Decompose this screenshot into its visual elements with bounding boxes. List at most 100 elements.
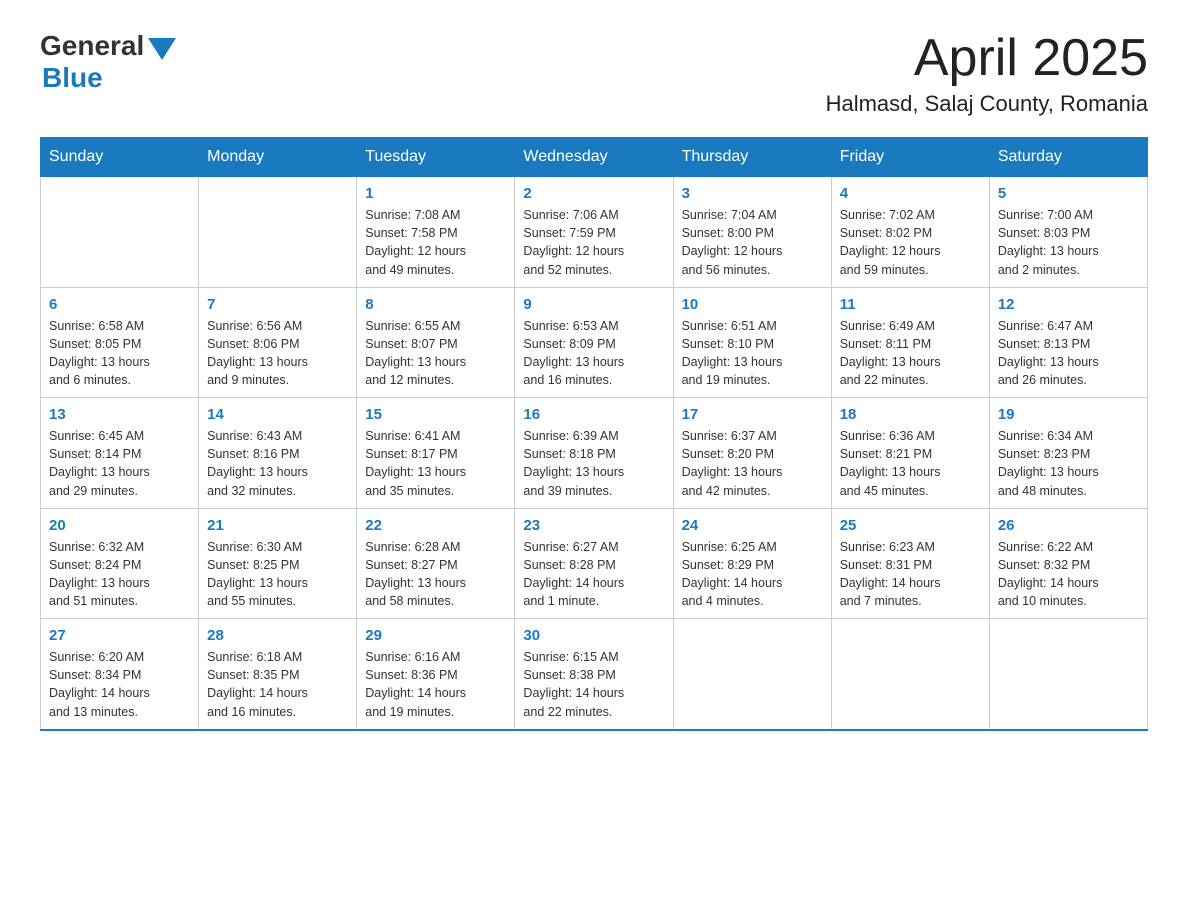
- logo: General Blue: [40, 30, 176, 94]
- day-info: Sunrise: 6:36 AM Sunset: 8:21 PM Dayligh…: [840, 427, 981, 500]
- header-friday: Friday: [831, 138, 989, 177]
- day-number: 13: [49, 406, 190, 423]
- day-info: Sunrise: 6:45 AM Sunset: 8:14 PM Dayligh…: [49, 427, 190, 500]
- day-number: 24: [682, 517, 823, 534]
- calendar-cell: 6Sunrise: 6:58 AM Sunset: 8:05 PM Daylig…: [41, 287, 199, 398]
- day-number: 15: [365, 406, 506, 423]
- calendar-cell: 22 Sunrise: 6:28 AM Sunset: 8:27 PM Dayli…: [357, 508, 515, 619]
- header-thursday: Thursday: [673, 138, 831, 177]
- calendar-cell: 21 Sunrise: 6:30 AM Sunset: 8:25 PM Dayli…: [199, 508, 357, 619]
- day-number: 19: [998, 406, 1139, 423]
- calendar-cell: 14Sunrise: 6:43 AM Sunset: 8:16 PM Dayli…: [199, 398, 357, 509]
- day-number: 5: [998, 185, 1139, 202]
- day-number: 18: [840, 406, 981, 423]
- logo-blue-text: Blue: [42, 62, 103, 94]
- day-info: Sunrise: 6:15 AM Sunset: 8:38 PM Dayligh…: [523, 648, 664, 721]
- calendar-cell: 19 Sunrise: 6:34 AM Sunset: 8:23 PM Dayli…: [989, 398, 1147, 509]
- calendar-cell: 4 Sunrise: 7:02 AM Sunset: 8:02 PM Daylig…: [831, 177, 989, 288]
- calendar-cell: 3 Sunrise: 7:04 AM Sunset: 8:00 PM Daylig…: [673, 177, 831, 288]
- calendar-cell: [673, 619, 831, 730]
- day-info: Sunrise: 7:02 AM Sunset: 8:02 PM Dayligh…: [840, 206, 981, 279]
- day-info: Sunrise: 6:53 AM Sunset: 8:09 PM Dayligh…: [523, 317, 664, 390]
- calendar-cell: 1Sunrise: 7:08 AM Sunset: 7:58 PM Daylig…: [357, 177, 515, 288]
- day-info: Sunrise: 6:27 AM Sunset: 8:28 PM Dayligh…: [523, 538, 664, 611]
- day-info: Sunrise: 7:06 AM Sunset: 7:59 PM Dayligh…: [523, 206, 664, 279]
- calendar-cell: [831, 619, 989, 730]
- calendar-cell: 20 Sunrise: 6:32 AM Sunset: 8:24 PM Dayli…: [41, 508, 199, 619]
- day-number: 2: [523, 185, 664, 202]
- day-info: Sunrise: 6:20 AM Sunset: 8:34 PM Dayligh…: [49, 648, 190, 721]
- day-number: 7: [207, 296, 348, 313]
- title-section: April 2025 Halmasd, Salaj County, Romani…: [826, 30, 1148, 117]
- calendar-cell: 29 Sunrise: 6:16 AM Sunset: 8:36 PM Dayli…: [357, 619, 515, 730]
- header-wednesday: Wednesday: [515, 138, 673, 177]
- calendar-table: SundayMondayTuesdayWednesdayThursdayFrid…: [40, 137, 1148, 731]
- day-info: Sunrise: 6:47 AM Sunset: 8:13 PM Dayligh…: [998, 317, 1139, 390]
- calendar-cell: [41, 177, 199, 288]
- day-info: Sunrise: 6:30 AM Sunset: 8:25 PM Dayligh…: [207, 538, 348, 611]
- calendar-cell: 25 Sunrise: 6:23 AM Sunset: 8:31 PM Dayli…: [831, 508, 989, 619]
- calendar-cell: [989, 619, 1147, 730]
- day-number: 27: [49, 627, 190, 644]
- day-number: 23: [523, 517, 664, 534]
- calendar-cell: 8 Sunrise: 6:55 AM Sunset: 8:07 PM Daylig…: [357, 287, 515, 398]
- day-number: 28: [207, 627, 348, 644]
- day-number: 14: [207, 406, 348, 423]
- day-number: 1: [365, 185, 506, 202]
- day-info: Sunrise: 6:39 AM Sunset: 8:18 PM Dayligh…: [523, 427, 664, 500]
- day-number: 22: [365, 517, 506, 534]
- calendar-subtitle: Halmasd, Salaj County, Romania: [826, 91, 1148, 117]
- calendar-cell: 27 Sunrise: 6:20 AM Sunset: 8:34 PM Dayli…: [41, 619, 199, 730]
- day-info: Sunrise: 6:58 AM Sunset: 8:05 PM Dayligh…: [49, 317, 190, 390]
- calendar-header: SundayMondayTuesdayWednesdayThursdayFrid…: [41, 138, 1148, 177]
- header-row: SundayMondayTuesdayWednesdayThursdayFrid…: [41, 138, 1148, 177]
- calendar-cell: 23 Sunrise: 6:27 AM Sunset: 8:28 PM Dayli…: [515, 508, 673, 619]
- calendar-cell: 10 Sunrise: 6:51 AM Sunset: 8:10 PM Dayli…: [673, 287, 831, 398]
- calendar-cell: 13 Sunrise: 6:45 AM Sunset: 8:14 PM Dayli…: [41, 398, 199, 509]
- calendar-title: April 2025: [826, 30, 1148, 87]
- calendar-cell: [199, 177, 357, 288]
- day-info: Sunrise: 7:04 AM Sunset: 8:00 PM Dayligh…: [682, 206, 823, 279]
- calendar-week-1: 1Sunrise: 7:08 AM Sunset: 7:58 PM Daylig…: [41, 177, 1148, 288]
- calendar-week-2: 6Sunrise: 6:58 AM Sunset: 8:05 PM Daylig…: [41, 287, 1148, 398]
- day-info: Sunrise: 6:41 AM Sunset: 8:17 PM Dayligh…: [365, 427, 506, 500]
- calendar-cell: 15 Sunrise: 6:41 AM Sunset: 8:17 PM Dayli…: [357, 398, 515, 509]
- day-info: Sunrise: 6:28 AM Sunset: 8:27 PM Dayligh…: [365, 538, 506, 611]
- day-info: Sunrise: 6:55 AM Sunset: 8:07 PM Dayligh…: [365, 317, 506, 390]
- calendar-cell: 24 Sunrise: 6:25 AM Sunset: 8:29 PM Dayli…: [673, 508, 831, 619]
- day-number: 20: [49, 517, 190, 534]
- day-number: 4: [840, 185, 981, 202]
- day-info: Sunrise: 6:16 AM Sunset: 8:36 PM Dayligh…: [365, 648, 506, 721]
- calendar-week-5: 27 Sunrise: 6:20 AM Sunset: 8:34 PM Dayli…: [41, 619, 1148, 730]
- day-number: 17: [682, 406, 823, 423]
- day-number: 10: [682, 296, 823, 313]
- calendar-cell: 28Sunrise: 6:18 AM Sunset: 8:35 PM Dayli…: [199, 619, 357, 730]
- calendar-week-3: 13 Sunrise: 6:45 AM Sunset: 8:14 PM Dayli…: [41, 398, 1148, 509]
- header-monday: Monday: [199, 138, 357, 177]
- day-info: Sunrise: 6:25 AM Sunset: 8:29 PM Dayligh…: [682, 538, 823, 611]
- day-info: Sunrise: 6:32 AM Sunset: 8:24 PM Dayligh…: [49, 538, 190, 611]
- day-number: 12: [998, 296, 1139, 313]
- calendar-cell: 18 Sunrise: 6:36 AM Sunset: 8:21 PM Dayli…: [831, 398, 989, 509]
- day-number: 21: [207, 517, 348, 534]
- day-number: 29: [365, 627, 506, 644]
- day-number: 9: [523, 296, 664, 313]
- day-info: Sunrise: 7:00 AM Sunset: 8:03 PM Dayligh…: [998, 206, 1139, 279]
- calendar-cell: 5 Sunrise: 7:00 AM Sunset: 8:03 PM Daylig…: [989, 177, 1147, 288]
- header-saturday: Saturday: [989, 138, 1147, 177]
- day-info: Sunrise: 6:51 AM Sunset: 8:10 PM Dayligh…: [682, 317, 823, 390]
- calendar-cell: 26Sunrise: 6:22 AM Sunset: 8:32 PM Dayli…: [989, 508, 1147, 619]
- day-number: 3: [682, 185, 823, 202]
- calendar-cell: 9 Sunrise: 6:53 AM Sunset: 8:09 PM Daylig…: [515, 287, 673, 398]
- page-header: General Blue April 2025 Halmasd, Salaj C…: [40, 30, 1148, 117]
- calendar-cell: 2 Sunrise: 7:06 AM Sunset: 7:59 PM Daylig…: [515, 177, 673, 288]
- logo-general-text: General: [40, 30, 144, 62]
- calendar-cell: 12 Sunrise: 6:47 AM Sunset: 8:13 PM Dayli…: [989, 287, 1147, 398]
- day-number: 25: [840, 517, 981, 534]
- day-info: Sunrise: 6:22 AM Sunset: 8:32 PM Dayligh…: [998, 538, 1139, 611]
- calendar-week-4: 20 Sunrise: 6:32 AM Sunset: 8:24 PM Dayli…: [41, 508, 1148, 619]
- day-number: 8: [365, 296, 506, 313]
- day-info: Sunrise: 6:34 AM Sunset: 8:23 PM Dayligh…: [998, 427, 1139, 500]
- day-info: Sunrise: 6:23 AM Sunset: 8:31 PM Dayligh…: [840, 538, 981, 611]
- calendar-cell: 17Sunrise: 6:37 AM Sunset: 8:20 PM Dayli…: [673, 398, 831, 509]
